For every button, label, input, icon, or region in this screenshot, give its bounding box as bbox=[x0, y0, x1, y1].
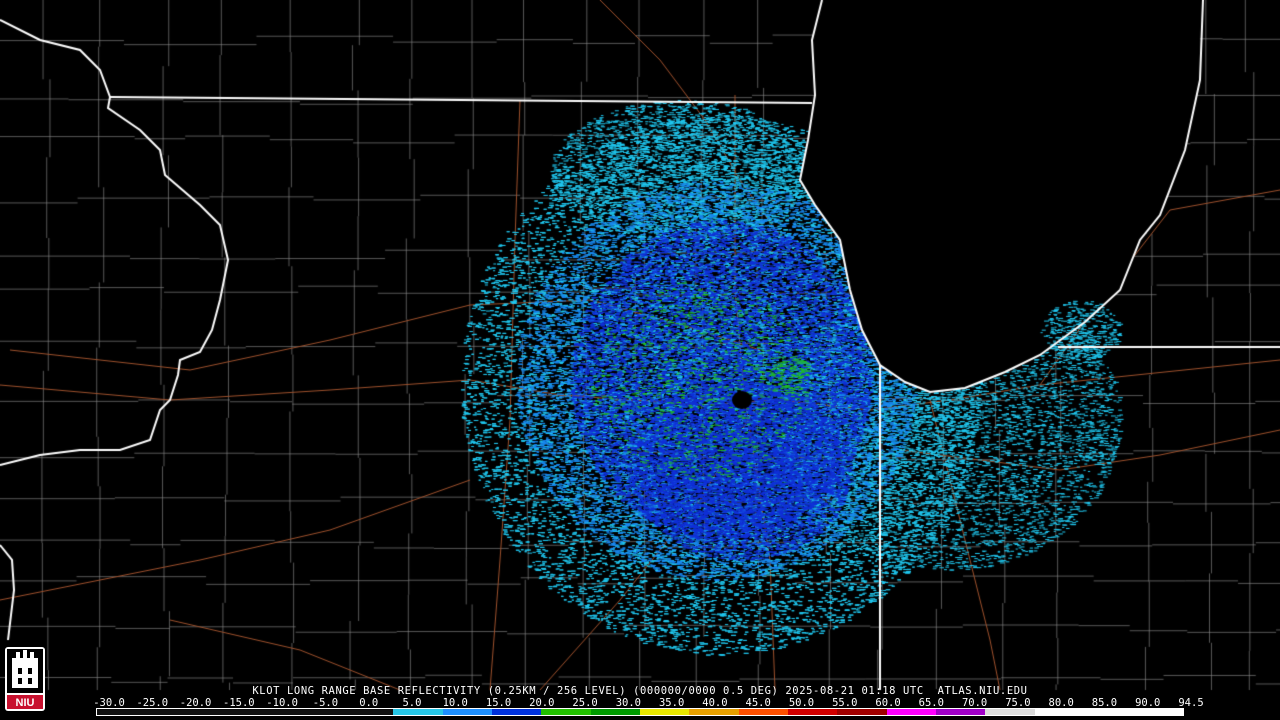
colorbar-swatch bbox=[1133, 709, 1183, 715]
niu-logo-icon: NIU bbox=[5, 647, 45, 711]
radar-map bbox=[0, 0, 1280, 720]
reflectivity-colorbar bbox=[96, 708, 1184, 716]
colorbar-swatch bbox=[590, 709, 640, 715]
colorbar-swatch bbox=[985, 709, 1035, 715]
colorbar-swatch bbox=[491, 709, 542, 715]
colorbar-swatch bbox=[97, 709, 147, 715]
colorbar-swatch bbox=[639, 709, 690, 715]
colorbar-swatch bbox=[294, 709, 344, 715]
logo-text: NIU bbox=[16, 697, 35, 709]
colorbar-swatch bbox=[541, 709, 591, 715]
scale-labels: -30.0 -25.0 -20.0 -15.0 -10.0 -5.0 0.0 5.0 10.0 1… bbox=[93, 697, 1203, 709]
colorbar-swatch bbox=[393, 709, 443, 715]
colorbar-swatch bbox=[788, 709, 838, 715]
colorbar-swatch bbox=[886, 709, 937, 715]
product-title: KLOT LONG RANGE BASE REFLECTIVITY (0.25K… bbox=[252, 685, 1028, 697]
colorbar-swatch bbox=[245, 709, 295, 715]
colorbar-swatch bbox=[689, 709, 739, 715]
radar-display: KLOT LONG RANGE BASE REFLECTIVITY (0.25K… bbox=[0, 0, 1280, 720]
colorbar-swatch bbox=[936, 709, 986, 715]
colorbar-swatch bbox=[1084, 709, 1134, 715]
colorbar-swatch bbox=[195, 709, 246, 715]
colorbar-swatch bbox=[837, 709, 887, 715]
colorbar-swatch bbox=[343, 709, 394, 715]
colorbar-swatch bbox=[738, 709, 789, 715]
colorbar-swatch bbox=[146, 709, 196, 715]
colorbar-swatch bbox=[1034, 709, 1085, 715]
colorbar-swatch bbox=[442, 709, 492, 715]
